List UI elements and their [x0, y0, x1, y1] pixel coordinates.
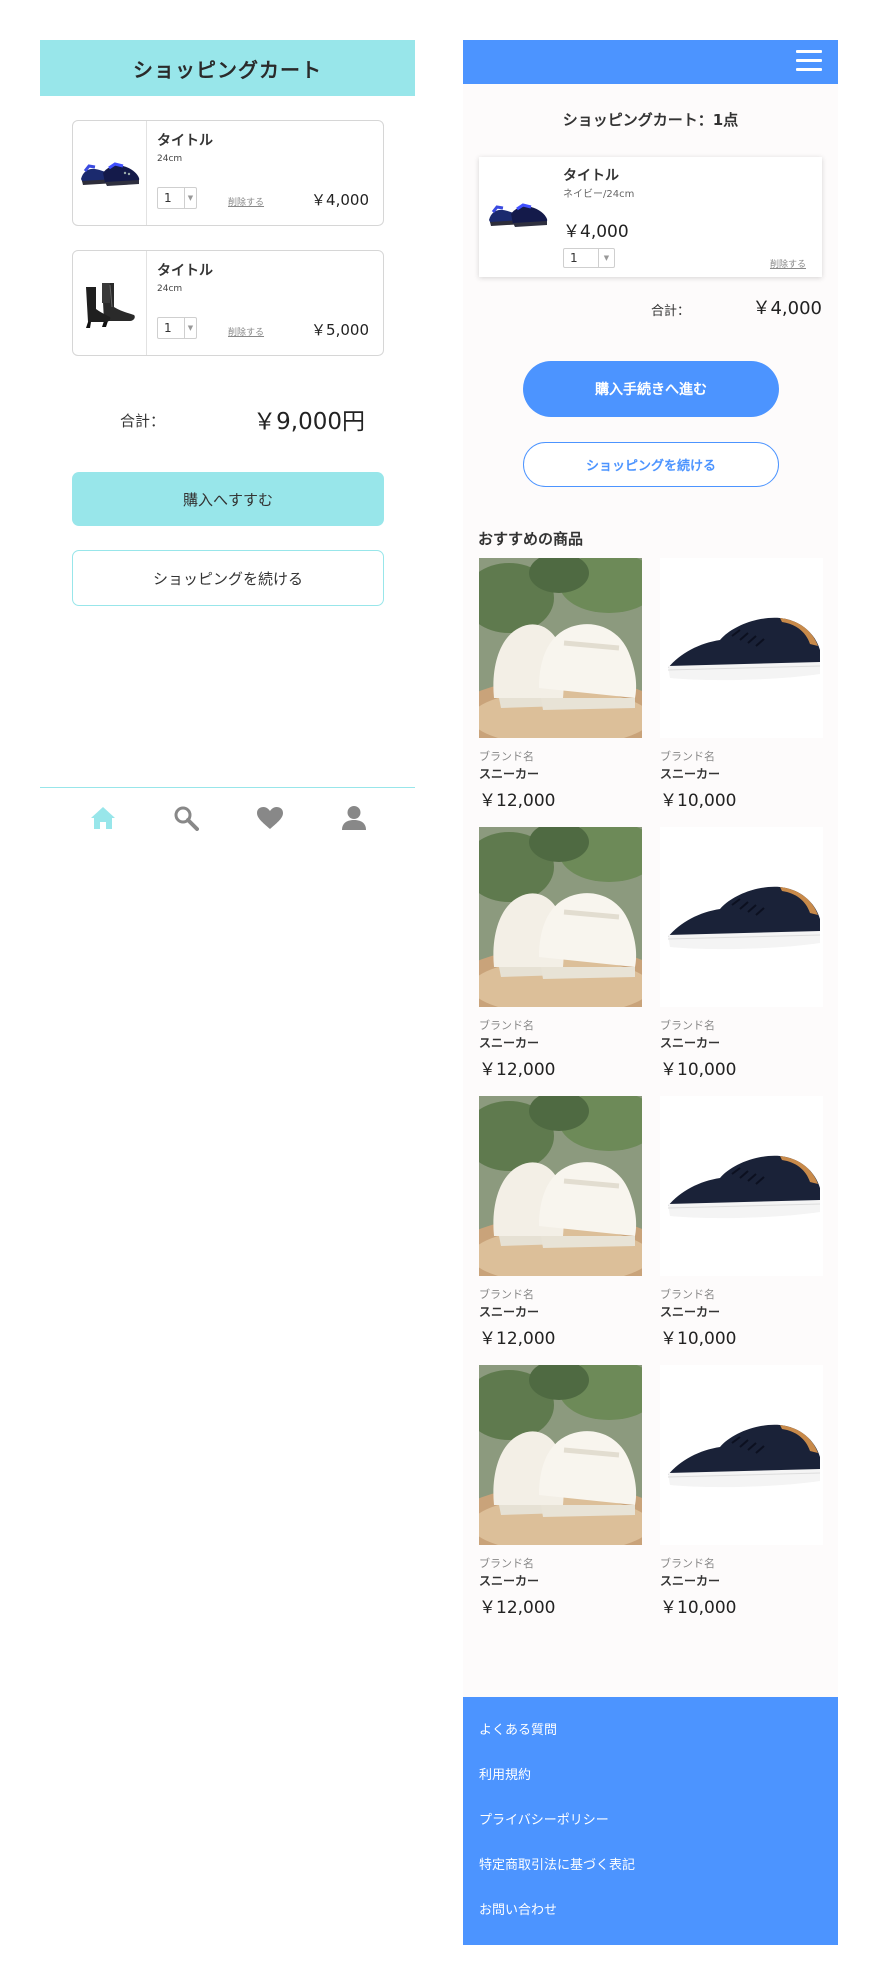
- menu-icon[interactable]: [796, 50, 822, 72]
- product-image[interactable]: [479, 558, 642, 738]
- product-price: ￥12,000: [479, 1329, 556, 1349]
- bottom-tab-bar: [40, 787, 415, 840]
- product-brand: ブランド名: [479, 1557, 534, 1570]
- product-image[interactable]: [660, 558, 823, 738]
- product-card[interactable]: ブランド名スニーカー ￥12,000: [479, 558, 642, 811]
- total-label: 合計：: [120, 412, 166, 430]
- product-brand: ブランド名: [660, 1288, 715, 1301]
- product-price: ￥10,000: [660, 791, 737, 811]
- product-name: スニーカー: [479, 767, 540, 781]
- product-name: スニーカー: [660, 1574, 721, 1588]
- product-image[interactable]: [479, 1096, 642, 1276]
- product-image[interactable]: [660, 1365, 823, 1545]
- item-price: ￥4,000: [563, 222, 629, 242]
- cart-header: ショッピングカート: [40, 40, 415, 96]
- total-value: ￥9,000円: [253, 409, 365, 435]
- item-title: タイトル: [157, 133, 213, 149]
- item-price: ￥4,000: [311, 191, 369, 209]
- product-name: スニーカー: [479, 1036, 540, 1050]
- product-price: ￥10,000: [660, 1329, 737, 1349]
- product-image[interactable]: [660, 1096, 823, 1276]
- footer-link-legal[interactable]: 特定商取引法に基づく表記: [463, 1856, 838, 1901]
- product-card[interactable]: ブランド名スニーカー ￥12,000: [479, 1365, 642, 1618]
- product-brand: ブランド名: [479, 1019, 534, 1032]
- chevron-down-icon: ▼: [184, 318, 196, 338]
- product-brand: ブランド名: [660, 1019, 715, 1032]
- search-icon[interactable]: [172, 804, 200, 832]
- product-image[interactable]: [73, 251, 147, 355]
- user-icon[interactable]: [340, 804, 368, 832]
- quantity-value: 1: [164, 321, 172, 335]
- total-label: 合計：: [651, 304, 691, 319]
- delete-link[interactable]: 削除する: [228, 325, 264, 338]
- product-brand: ブランド名: [660, 750, 715, 763]
- recommend-heading: おすすめの商品: [478, 530, 584, 548]
- product-card[interactable]: ブランド名スニーカー ￥10,000: [660, 827, 823, 1080]
- chevron-down-icon: ▼: [184, 188, 196, 208]
- footer-link-contact[interactable]: お問い合わせ: [463, 1901, 838, 1946]
- page-title: ショッピングカート: [133, 57, 322, 82]
- footer-link-terms[interactable]: 利用規約: [463, 1766, 838, 1811]
- cart-item: タイトル ネイビー/24cm ￥4,000 1 ▼ 削除する: [479, 157, 822, 277]
- app-header: [463, 40, 838, 84]
- product-image[interactable]: [660, 827, 823, 1007]
- product-card[interactable]: ブランド名スニーカー ￥12,000: [479, 827, 642, 1080]
- product-image[interactable]: [483, 179, 553, 249]
- product-price: ￥12,000: [479, 1060, 556, 1080]
- product-brand: ブランド名: [479, 1288, 534, 1301]
- quantity-select[interactable]: 1 ▼: [563, 248, 615, 268]
- product-price: ￥12,000: [479, 1598, 556, 1618]
- checkout-button[interactable]: 購入手続きへ進む: [523, 361, 779, 417]
- home-icon[interactable]: [89, 804, 117, 832]
- total-value: ￥4,000: [752, 298, 822, 319]
- product-price: ￥12,000: [479, 791, 556, 811]
- product-image[interactable]: [479, 827, 642, 1007]
- product-price: ￥10,000: [660, 1598, 737, 1618]
- quantity-select[interactable]: 1 ▼: [157, 187, 197, 209]
- cart-screen-left: ショッピングカート タイトル 24cm 1 ▼ 削除する ￥4,000 タイトル…: [40, 40, 415, 840]
- item-variant: ネイビー/24cm: [563, 189, 635, 200]
- quantity-value: 1: [570, 251, 578, 265]
- quantity-value: 1: [164, 191, 172, 205]
- item-price: ￥5,000: [311, 321, 369, 339]
- cart-item: タイトル 24cm 1 ▼ 削除する ￥4,000: [72, 120, 384, 226]
- footer: よくある質問 利用規約 プライバシーポリシー 特定商取引法に基づく表記 お問い合…: [463, 1697, 838, 1945]
- product-image[interactable]: [479, 1365, 642, 1545]
- chevron-down-icon: ▼: [598, 249, 614, 267]
- product-name: スニーカー: [479, 1305, 540, 1319]
- product-card[interactable]: ブランド名スニーカー ￥10,000: [660, 1096, 823, 1349]
- continue-shopping-button[interactable]: ショッピングを続ける: [72, 550, 384, 606]
- item-size: 24cm: [157, 284, 183, 294]
- continue-shopping-button[interactable]: ショッピングを続ける: [523, 442, 779, 487]
- delete-link[interactable]: 削除する: [228, 195, 264, 208]
- product-name: スニーカー: [479, 1574, 540, 1588]
- item-size: 24cm: [157, 154, 183, 164]
- recommend-grid: ブランド名 スニーカー ￥12,000 ブランド名 スニーカー ￥10,000 ブランド名ス…: [479, 558, 823, 1618]
- footer-link-privacy[interactable]: プライバシーポリシー: [463, 1811, 838, 1856]
- cart-item: タイトル 24cm 1 ▼ 削除する ￥5,000: [72, 250, 384, 356]
- product-image[interactable]: [73, 121, 147, 225]
- delete-link[interactable]: 削除する: [770, 257, 806, 270]
- product-name: スニーカー: [660, 767, 721, 781]
- product-brand: ブランド名: [660, 1557, 715, 1570]
- item-title: タイトル: [157, 263, 213, 279]
- product-card[interactable]: ブランド名スニーカー ￥10,000: [660, 1365, 823, 1618]
- proceed-to-purchase-button[interactable]: 購入へすすむ: [72, 472, 384, 526]
- product-card[interactable]: ブランド名スニーカー ￥10,000: [660, 558, 823, 811]
- cart-title: ショッピングカート：1点: [562, 111, 739, 129]
- product-name: スニーカー: [660, 1305, 721, 1319]
- item-title: タイトル: [563, 168, 619, 184]
- cart-screen-right: ショッピングカート：1点 タイトル ネイビー/24cm ￥4,000 1 ▼ 削…: [463, 40, 838, 1945]
- product-name: スニーカー: [660, 1036, 721, 1050]
- quantity-select[interactable]: 1 ▼: [157, 317, 197, 339]
- product-price: ￥10,000: [660, 1060, 737, 1080]
- product-card[interactable]: ブランド名スニーカー ￥12,000: [479, 1096, 642, 1349]
- heart-icon[interactable]: [256, 804, 284, 832]
- footer-link-faq[interactable]: よくある質問: [463, 1721, 838, 1766]
- product-brand: ブランド名: [479, 750, 534, 763]
